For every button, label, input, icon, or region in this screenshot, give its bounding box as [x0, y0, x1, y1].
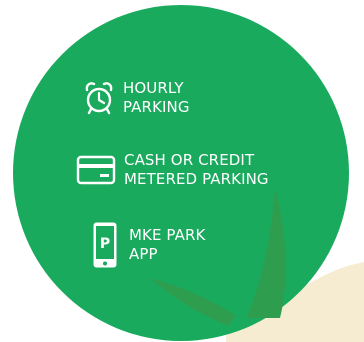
feature-label: CASH OR CREDIT METERED PARKING [124, 151, 269, 189]
app-p-badge: P [100, 236, 110, 252]
feature-label-line2: PARKING [123, 98, 190, 116]
feature-label-line1: HOURLY [123, 79, 184, 97]
feature-label: MKE PARK APP [129, 226, 205, 264]
feature-metered-parking: CASH OR CREDIT METERED PARKING [76, 151, 269, 189]
credit-card-icon [76, 155, 116, 185]
feature-label-line1: CASH OR CREDIT [124, 151, 255, 169]
feature-label: HOURLY PARKING [123, 79, 190, 117]
feature-label-line2: APP [129, 245, 158, 263]
parking-options-graphic: HOURLY PARKING CASH OR CREDIT METERED PA… [0, 0, 364, 342]
feature-hourly-parking: HOURLY PARKING [84, 79, 190, 117]
alarm-clock-icon [85, 82, 113, 115]
feature-label-line2: METERED PARKING [124, 170, 269, 188]
feature-mke-park-app: P MKE PARK APP [92, 221, 205, 269]
feature-label-line1: MKE PARK [129, 226, 206, 244]
smartphone-icon: P [93, 222, 117, 268]
